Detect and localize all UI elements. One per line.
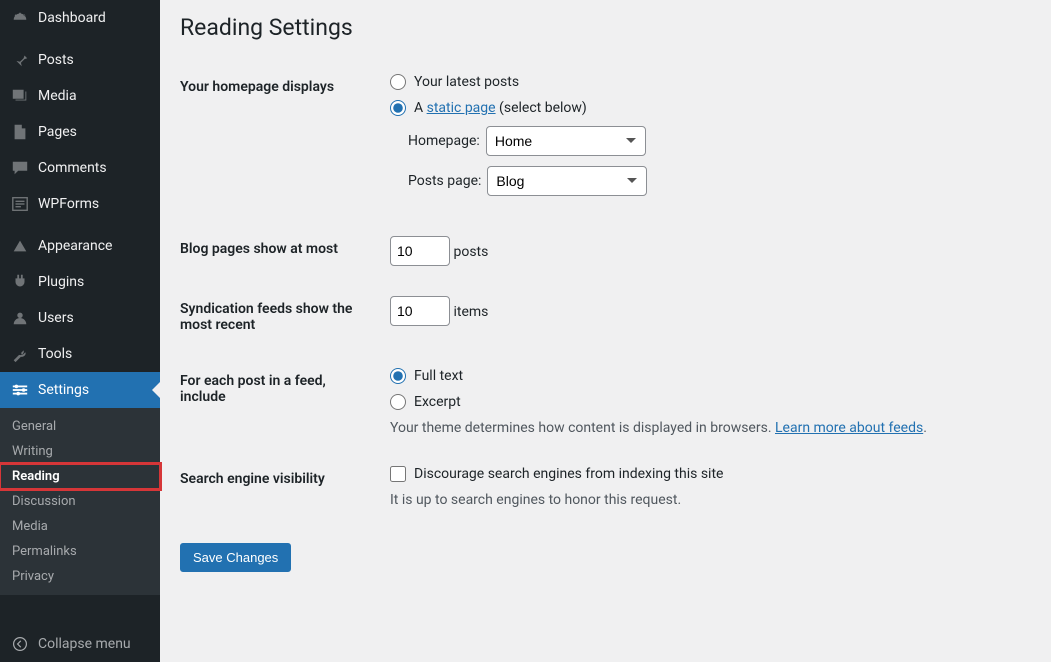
sidebar-item-label: Appearance [38, 238, 112, 254]
posts-page-select-label: Posts page: [408, 173, 481, 189]
sidebar-item-users[interactable]: Users [0, 300, 160, 336]
submenu-item-reading[interactable]: Reading [0, 464, 160, 489]
label-search-visibility: Search engine visibility [180, 451, 380, 523]
radio-latest-posts[interactable] [390, 74, 406, 90]
sidebar-item-label: Dashboard [38, 10, 106, 26]
appearance-icon [10, 236, 30, 256]
checkbox-discourage-search[interactable] [390, 466, 406, 482]
sidebar-item-pages[interactable]: Pages [0, 114, 160, 150]
learn-more-feeds-link[interactable]: Learn more about feeds [775, 420, 923, 436]
label-blog-pages: Blog pages show at most [180, 221, 380, 281]
sidebar-item-dashboard[interactable]: Dashboard [0, 0, 160, 36]
media-icon [10, 86, 30, 106]
collapse-menu[interactable]: Collapse menu [0, 626, 160, 662]
sidebar-item-label: Comments [38, 160, 107, 176]
page-title: Reading Settings [180, 14, 1031, 41]
syndication-suffix: items [453, 304, 488, 320]
radio-static-page[interactable] [390, 100, 406, 116]
submenu-item-media[interactable]: Media [0, 514, 160, 539]
sidebar-item-tools[interactable]: Tools [0, 336, 160, 372]
users-icon [10, 308, 30, 328]
sidebar-item-appearance[interactable]: Appearance [0, 228, 160, 264]
label-feed-include: For each post in a feed, include [180, 353, 380, 451]
sidebar-item-label: Settings [38, 382, 89, 398]
sidebar-item-label: Users [38, 310, 74, 326]
admin-sidebar: Dashboard Posts Media Pages Comments WPF… [0, 0, 160, 662]
pages-icon [10, 122, 30, 142]
blog-pages-input[interactable] [390, 236, 450, 266]
sidebar-item-label: Posts [38, 52, 74, 68]
submenu-item-permalinks[interactable]: Permalinks [0, 539, 160, 564]
sidebar-item-media[interactable]: Media [0, 78, 160, 114]
sidebar-item-wpforms[interactable]: WPForms [0, 186, 160, 222]
wpforms-icon [10, 194, 30, 214]
main-content: Reading Settings Your homepage displays … [160, 0, 1051, 662]
dashboard-icon [10, 8, 30, 28]
label-homepage-displays: Your homepage displays [180, 59, 380, 221]
settings-form: Your homepage displays Your latest posts… [180, 59, 1031, 523]
label-syndication: Syndication feeds show the most recent [180, 281, 380, 353]
sidebar-item-label: WPForms [38, 196, 99, 212]
radio-latest-posts-label: Your latest posts [414, 74, 519, 90]
radio-full-text-label: Full text [414, 368, 463, 384]
collapse-label: Collapse menu [38, 636, 131, 652]
pin-icon [10, 50, 30, 70]
syndication-input[interactable] [390, 296, 450, 326]
submenu-item-writing[interactable]: Writing [0, 439, 160, 464]
sidebar-item-label: Tools [38, 346, 72, 362]
submenu-item-general[interactable]: General [0, 414, 160, 439]
static-page-link[interactable]: static page [427, 100, 496, 116]
radio-excerpt-label: Excerpt [414, 394, 461, 410]
submenu-item-discussion[interactable]: Discussion [0, 489, 160, 514]
search-visibility-desc: It is up to search engines to honor this… [390, 492, 1021, 508]
settings-icon [10, 380, 30, 400]
tools-icon [10, 344, 30, 364]
sidebar-item-settings[interactable]: Settings [0, 372, 160, 408]
sidebar-item-label: Media [38, 88, 77, 104]
radio-static-page-label: A static page (select below) [414, 100, 587, 116]
comments-icon [10, 158, 30, 178]
save-changes-button[interactable]: Save Changes [180, 543, 291, 572]
radio-full-text[interactable] [390, 368, 406, 384]
blog-pages-suffix: posts [453, 244, 488, 260]
submenu-item-privacy[interactable]: Privacy [0, 564, 160, 589]
posts-page-select[interactable]: Blog [487, 166, 647, 196]
homepage-select[interactable]: Home [486, 126, 646, 156]
sidebar-item-posts[interactable]: Posts [0, 42, 160, 78]
checkbox-discourage-label: Discourage search engines from indexing … [414, 466, 723, 482]
sidebar-item-plugins[interactable]: Plugins [0, 264, 160, 300]
collapse-icon [10, 634, 30, 654]
plugins-icon [10, 272, 30, 292]
sidebar-item-comments[interactable]: Comments [0, 150, 160, 186]
feed-description: Your theme determines how content is dis… [390, 420, 1021, 436]
homepage-select-label: Homepage: [408, 133, 480, 149]
sidebar-item-label: Plugins [38, 274, 84, 290]
radio-excerpt[interactable] [390, 394, 406, 410]
settings-submenu: General Writing Reading Discussion Media… [0, 408, 160, 595]
sidebar-item-label: Pages [38, 124, 77, 140]
